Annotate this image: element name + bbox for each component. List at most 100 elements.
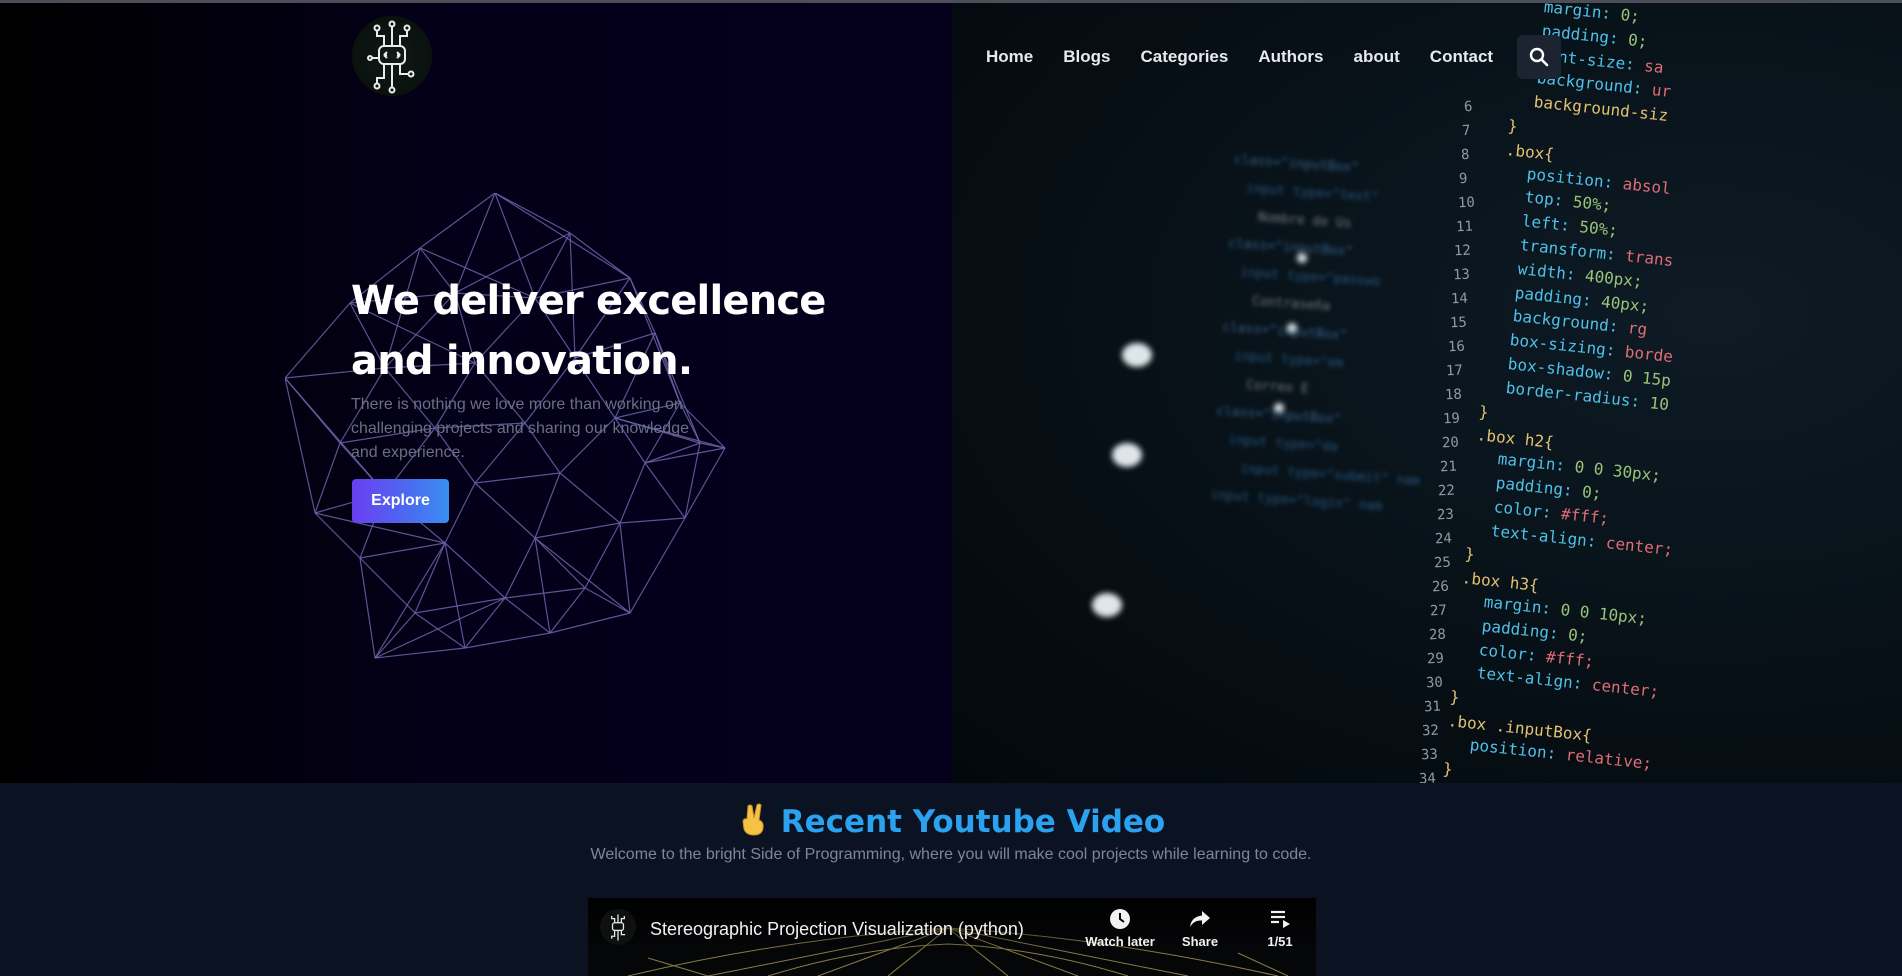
code-line-number: 7 — [1461, 122, 1472, 140]
watch-later-button[interactable]: Watch later — [1080, 908, 1160, 949]
share-label: Share — [1181, 934, 1219, 949]
mesh-edge — [534, 537, 586, 589]
code-line-number: 14 — [1450, 290, 1469, 308]
mesh-edge — [374, 647, 466, 659]
share-arrow-icon — [1190, 911, 1210, 927]
mesh-edge — [534, 537, 551, 634]
code-line-number: 11 — [1455, 218, 1474, 236]
youtube-embed[interactable]: Stereographic Projection Visualization (… — [588, 898, 1316, 976]
hero-section: class="inputBox" input type="text" Nombre … — [0, 3, 1902, 783]
mesh-edge — [414, 612, 466, 649]
explore-button[interactable]: Explore — [352, 479, 449, 523]
mesh-edge — [414, 542, 446, 614]
mesh-edge — [285, 377, 316, 514]
code-line-number: 22 — [1437, 482, 1456, 500]
code-line: text-align: center; — [1475, 663, 1660, 702]
blurred-highlight — [1112, 443, 1142, 467]
mesh-edge — [374, 612, 416, 659]
code-line: } — [1478, 401, 1490, 422]
section-description: Welcome to the bright Side of Programmin… — [590, 846, 1312, 863]
code-line-number: 28 — [1428, 626, 1447, 644]
hero-headline-line1: We deliver excellence — [351, 278, 826, 324]
site-logo[interactable] — [352, 16, 432, 96]
code-line-number: 9 — [1458, 170, 1469, 188]
code-line: .box h3{ — [1461, 568, 1541, 596]
hero-subtext: There is nothing we love more than worki… — [351, 396, 689, 461]
code-line-number: 12 — [1453, 242, 1472, 260]
code-line-number: 32 — [1421, 722, 1440, 740]
victory-hand-icon — [742, 803, 764, 836]
code-line: top: 50%; — [1523, 187, 1613, 216]
mesh-edge — [534, 522, 621, 539]
mesh-edge — [374, 542, 446, 659]
mesh-edge — [644, 462, 686, 519]
mesh-edge — [619, 522, 631, 614]
mesh-edge — [444, 482, 476, 544]
mesh-edge — [629, 517, 686, 614]
nav-contact[interactable]: Contact — [1430, 47, 1493, 67]
main-nav: Home Blogs Categories Authors about Cont… — [986, 35, 1562, 79]
code-line: } — [1507, 116, 1519, 136]
mesh-edge — [464, 632, 551, 649]
hero-code-image: class="inputBox" input type="text" Nombre … — [952, 3, 1902, 783]
code-line: text-align: center; — [1490, 520, 1675, 559]
playlist-count: 1/51 — [1267, 934, 1293, 949]
mesh-edge — [474, 482, 536, 539]
mesh-edge — [504, 537, 536, 599]
mesh-edge — [584, 522, 621, 589]
robot-circuit-icon — [367, 20, 415, 94]
blurred-code-column: class="inputBox" input type="text" Nombre … — [1086, 82, 1446, 580]
mesh-edge — [584, 587, 631, 614]
search-button[interactable] — [1517, 35, 1562, 79]
code-line-number: 24 — [1434, 530, 1453, 548]
mesh-edge — [534, 472, 561, 539]
code-line-number: 34 — [1418, 770, 1437, 783]
blurred-highlight — [1274, 403, 1284, 413]
code-line-number: 29 — [1426, 650, 1445, 668]
mesh-edge — [359, 557, 376, 659]
mesh-edge — [559, 472, 621, 524]
playlist-button[interactable]: 1/51 — [1240, 908, 1316, 949]
code-line: .box h2{ — [1475, 425, 1555, 453]
code-line-number: 13 — [1452, 266, 1471, 284]
nav-categories[interactable]: Categories — [1140, 47, 1228, 67]
nav-about[interactable]: about — [1354, 47, 1400, 67]
hero-headline-line2: and innovation. — [351, 338, 693, 384]
mesh-edge — [619, 517, 686, 524]
mesh-edge — [285, 302, 351, 379]
code-line-number: 6 — [1463, 98, 1473, 116]
section-title-text: Recent Youtube Video — [780, 804, 1166, 840]
mesh-edge — [549, 612, 631, 634]
blurred-highlight — [1092, 593, 1122, 617]
code-line-number: 27 — [1429, 602, 1448, 620]
code-line-number: 20 — [1441, 434, 1459, 452]
video-title[interactable]: Stereographic Projection Visualization (… — [650, 919, 1024, 940]
code-line-number: 33 — [1420, 746, 1439, 764]
watch-later-label: Watch later — [1085, 934, 1155, 949]
section-title: Recent Youtube Video — [0, 802, 1902, 840]
nav-blogs[interactable]: Blogs — [1063, 47, 1110, 67]
mesh-edge — [504, 587, 586, 599]
hero-headline: We deliver excellence and innovation. — [351, 271, 911, 391]
code-line-number: 19 — [1442, 410, 1461, 428]
code-line-number: 23 — [1436, 506, 1455, 524]
code-line: } — [1463, 544, 1476, 565]
code-line-number: 15 — [1449, 314, 1467, 332]
mesh-edge — [464, 597, 506, 649]
blurred-highlight — [1122, 343, 1152, 367]
code-line-number: 31 — [1423, 698, 1442, 716]
mesh-edge — [494, 193, 631, 279]
code-line-number: 17 — [1445, 362, 1464, 380]
channel-avatar[interactable] — [600, 909, 636, 945]
mesh-edge — [549, 587, 586, 634]
nav-home[interactable]: Home — [986, 47, 1033, 67]
code-line-number: 30 — [1425, 674, 1443, 692]
share-button[interactable]: Share — [1160, 908, 1240, 949]
code-line-number: 21 — [1439, 458, 1458, 476]
nav-authors[interactable]: Authors — [1258, 47, 1323, 67]
playlist-icon — [1271, 910, 1290, 928]
code-line: } — [1449, 687, 1461, 708]
mesh-edge — [359, 542, 446, 559]
clock-icon — [1110, 909, 1130, 929]
code-line-number: 16 — [1447, 338, 1466, 356]
